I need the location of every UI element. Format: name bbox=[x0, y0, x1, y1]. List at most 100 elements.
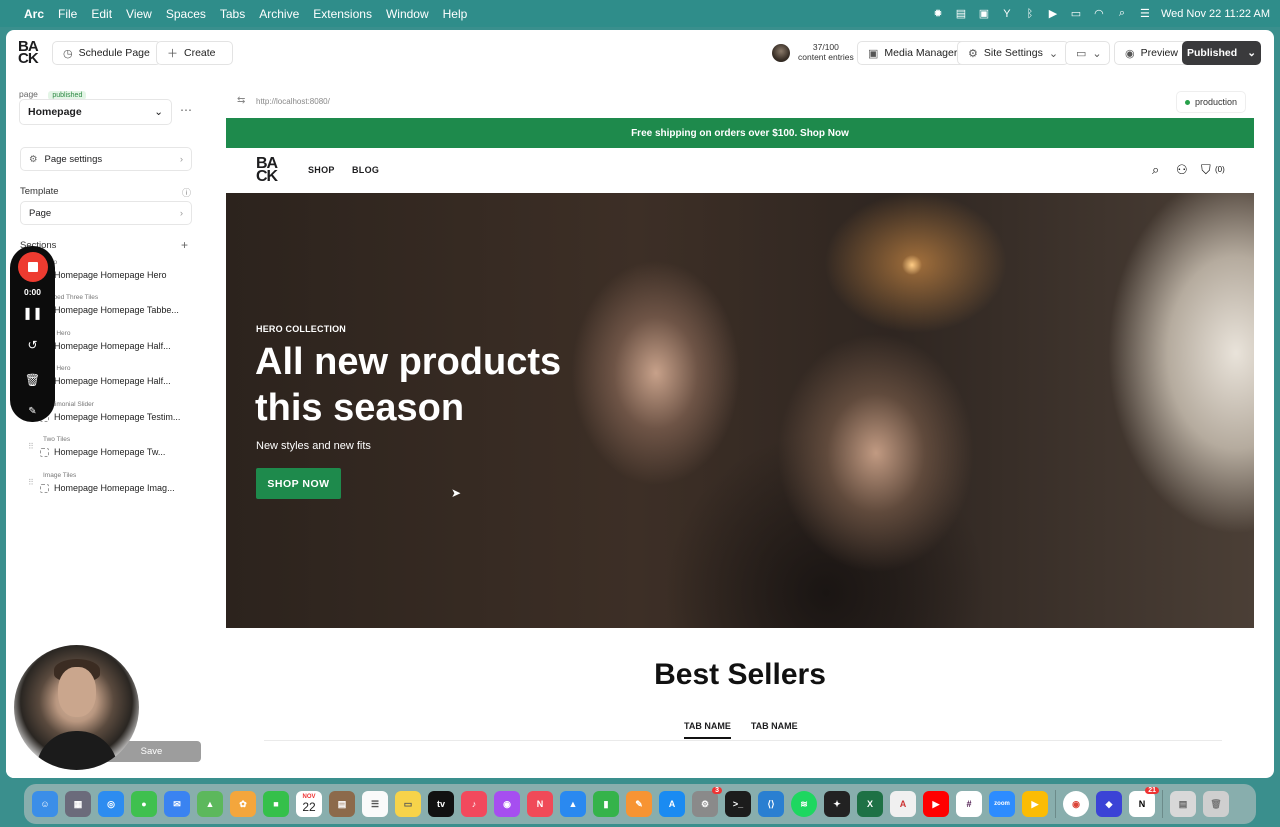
preview-url[interactable]: http://localhost:8080/ bbox=[256, 97, 330, 106]
search-icon[interactable]: ⌕ bbox=[1115, 7, 1129, 20]
menubar-datetime[interactable]: Wed Nov 22 11:22 AM bbox=[1161, 8, 1270, 20]
music-icon[interactable]: ♪ bbox=[461, 791, 487, 817]
photos-icon[interactable]: ✿ bbox=[230, 791, 256, 817]
environment-badge[interactable]: production bbox=[1175, 91, 1246, 113]
section-item[interactable]: Image Tiles Homepage Homepage Imag... bbox=[40, 472, 200, 493]
bluetooth-icon[interactable]: ᛒ bbox=[1023, 8, 1037, 20]
cart-icon[interactable]: ⛉ bbox=[1201, 162, 1211, 178]
safari-icon[interactable]: ◎ bbox=[98, 791, 124, 817]
pen-icon[interactable]: ✎ bbox=[10, 406, 55, 417]
site-settings-button[interactable]: ⚙ Site Settings ⌄ bbox=[957, 41, 1070, 65]
figma-icon[interactable]: ✦ bbox=[824, 791, 850, 817]
arc-browser-icon[interactable]: ◆ bbox=[1096, 791, 1122, 817]
announcement-bar[interactable]: Free shipping on orders over $100. Shop … bbox=[226, 118, 1254, 148]
clipboard-status-icon[interactable]: ▤ bbox=[954, 8, 968, 20]
menu-help[interactable]: Help bbox=[443, 7, 468, 21]
page-select[interactable]: Homepage ⌄ bbox=[19, 99, 172, 125]
notes-icon[interactable]: ▭ bbox=[395, 791, 421, 817]
pause-icon[interactable]: ❚❚ bbox=[10, 306, 55, 320]
finder-icon[interactable]: ☺ bbox=[32, 791, 58, 817]
media-manager-button[interactable]: ▣ Media Manager bbox=[857, 41, 969, 65]
section-item[interactable]: Testimonial Slider Homepage Homepage Tes… bbox=[40, 401, 200, 422]
affinity-icon[interactable]: A bbox=[890, 791, 916, 817]
zoom-icon[interactable]: zoom bbox=[989, 791, 1015, 817]
pages-icon[interactable]: ✎ bbox=[626, 791, 652, 817]
schedule-page-button[interactable]: ◷ Schedule Page bbox=[52, 41, 161, 65]
device-preview-select[interactable]: ▭ ⌄ bbox=[1065, 41, 1110, 65]
calendar-icon[interactable]: NOV 22 bbox=[296, 791, 322, 817]
excel-icon[interactable]: X bbox=[857, 791, 883, 817]
gear-status-icon[interactable]: ✹ bbox=[931, 8, 945, 20]
preview-button[interactable]: ◉ Preview bbox=[1114, 41, 1189, 65]
app-store-icon[interactable]: A bbox=[659, 791, 685, 817]
youtube-icon[interactable]: ▶ bbox=[923, 791, 949, 817]
spotify-icon[interactable]: ≋ bbox=[791, 791, 817, 817]
tab-name-2[interactable]: TAB NAME bbox=[751, 721, 798, 739]
downloads-folder-icon[interactable]: ▤ bbox=[1170, 791, 1196, 817]
reminders-icon[interactable]: ☰ bbox=[362, 791, 388, 817]
menu-window[interactable]: Window bbox=[386, 7, 429, 21]
user-avatar[interactable] bbox=[772, 44, 790, 62]
menu-view[interactable]: View bbox=[126, 7, 152, 21]
slack-icon[interactable]: # bbox=[956, 791, 982, 817]
published-button[interactable]: Published ⌄ bbox=[1182, 41, 1261, 65]
info-icon[interactable]: ⓘ bbox=[182, 186, 191, 199]
menu-arc[interactable]: Arc bbox=[24, 7, 44, 21]
battery-icon[interactable]: ▭ bbox=[1069, 8, 1083, 20]
add-section-icon[interactable]: + bbox=[181, 238, 188, 252]
cart-count[interactable]: (0) bbox=[1215, 165, 1225, 174]
maps-icon[interactable]: ▲ bbox=[197, 791, 223, 817]
control-center-icon[interactable]: ☰ bbox=[1138, 8, 1152, 20]
keynote-icon[interactable]: ▲ bbox=[560, 791, 586, 817]
drag-handle-icon[interactable]: ⠿ bbox=[28, 478, 34, 487]
section-item[interactable]: Half Hero Homepage Homepage Half... bbox=[40, 330, 200, 351]
site-logo[interactable]: BA CK bbox=[256, 156, 278, 185]
tab-name-1[interactable]: TAB NAME bbox=[684, 721, 731, 739]
more-options-icon[interactable]: ⋯ bbox=[180, 103, 192, 117]
swap-icon[interactable]: ⇆ bbox=[237, 95, 245, 106]
nav-link-shop[interactable]: SHOP bbox=[308, 165, 335, 175]
shop-now-button[interactable]: SHOP NOW bbox=[256, 468, 341, 499]
section-checkbox[interactable] bbox=[40, 483, 49, 493]
page-settings-button[interactable]: ⚙ Page settings › bbox=[20, 147, 192, 171]
section-item[interactable]: Hero Homepage Homepage Hero bbox=[40, 259, 200, 280]
facetime-icon[interactable]: ■ bbox=[263, 791, 289, 817]
launchpad-icon[interactable]: ▦ bbox=[65, 791, 91, 817]
app-logo[interactable]: BA CK bbox=[18, 39, 40, 66]
menu-file[interactable]: File bbox=[58, 7, 77, 21]
notion-status-icon[interactable]: ▣ bbox=[977, 8, 991, 20]
menu-edit[interactable]: Edit bbox=[91, 7, 112, 21]
stop-recording-button[interactable] bbox=[18, 252, 48, 282]
system-settings-icon[interactable]: ⚙ 3 bbox=[692, 787, 722, 817]
account-icon[interactable]: ⚇ bbox=[1176, 162, 1188, 178]
vscode-icon[interactable]: ⟨⟩ bbox=[758, 791, 784, 817]
announcement-text[interactable]: Free shipping on orders over $100. Shop … bbox=[631, 128, 849, 139]
template-select[interactable]: Page › bbox=[20, 201, 192, 225]
trash-icon[interactable]: 🗑 bbox=[10, 373, 55, 387]
menu-tabs[interactable]: Tabs bbox=[220, 7, 245, 21]
drag-handle-icon[interactable]: ⠿ bbox=[28, 442, 34, 451]
terminal-icon[interactable]: >_ bbox=[725, 791, 751, 817]
mail-icon[interactable]: ✉ bbox=[164, 791, 190, 817]
fork-status-icon[interactable]: Y bbox=[1000, 8, 1014, 20]
section-item[interactable]: Tabbed Three Tiles Homepage Homepage Tab… bbox=[40, 294, 200, 315]
trash-icon[interactable]: 🗑 bbox=[1203, 791, 1229, 817]
apple-tv-icon[interactable]: tv bbox=[428, 791, 454, 817]
menu-spaces[interactable]: Spaces bbox=[166, 7, 206, 21]
section-item[interactable]: Two Tiles Homepage Homepage Tw... bbox=[40, 436, 200, 457]
search-icon[interactable]: ⌕ bbox=[1152, 162, 1159, 178]
messages-icon[interactable]: ● bbox=[131, 791, 157, 817]
play-status-icon[interactable]: ▶ bbox=[1046, 8, 1060, 20]
wifi-icon[interactable]: ◠ bbox=[1092, 8, 1106, 20]
create-button[interactable]: ＋ Create bbox=[156, 41, 233, 65]
google-meet-icon[interactable]: ▶ bbox=[1022, 791, 1048, 817]
chrome-icon[interactable]: ◉ bbox=[1063, 791, 1089, 817]
menu-archive[interactable]: Archive bbox=[259, 7, 299, 21]
notion-icon[interactable]: N 21 bbox=[1129, 787, 1159, 817]
menu-extensions[interactable]: Extensions bbox=[313, 7, 372, 21]
news-icon[interactable]: N bbox=[527, 791, 553, 817]
podcasts-icon[interactable]: ◉ bbox=[494, 791, 520, 817]
section-checkbox[interactable] bbox=[40, 447, 49, 457]
contacts-icon[interactable]: ▤ bbox=[329, 791, 355, 817]
nav-link-blog[interactable]: BLOG bbox=[352, 165, 379, 175]
